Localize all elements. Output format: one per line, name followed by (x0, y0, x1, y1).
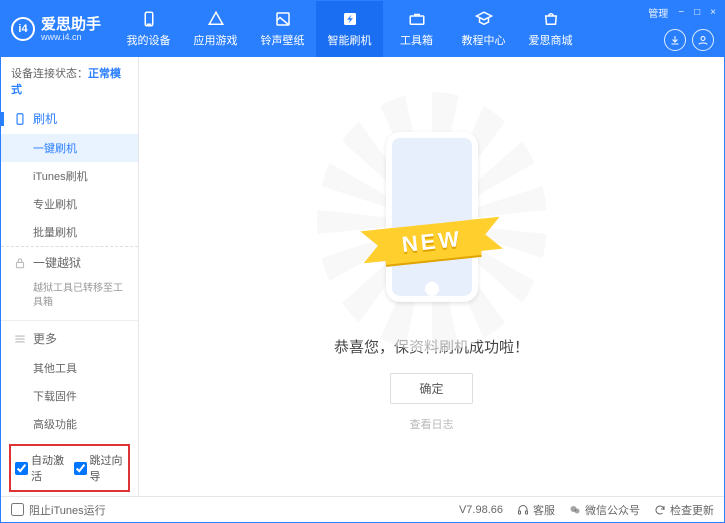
device-icon (140, 10, 158, 28)
block-itunes-checkbox[interactable]: 阻止iTunes运行 (11, 502, 106, 518)
header: i4 爱思助手 www.i4.cn 我的设备 应用游戏 铃声壁纸 智能刷机 (1, 1, 724, 57)
toolbox-icon (408, 10, 426, 28)
maximize-button[interactable]: □ (692, 7, 702, 18)
auto-activate-input[interactable] (15, 462, 28, 475)
flash-icon (341, 10, 359, 28)
conn-label: 设备连接状态： (11, 68, 88, 80)
sidebar-item-batch-flash[interactable]: 批量刷机 (1, 218, 138, 247)
more-icon (13, 332, 27, 346)
nav-label: 我的设备 (127, 32, 171, 48)
nav-label: 教程中心 (462, 32, 506, 48)
wallpaper-icon (274, 10, 292, 28)
nav-label: 智能刷机 (328, 32, 372, 48)
view-log-link[interactable]: 查看日志 (410, 416, 454, 432)
close-button[interactable]: × (708, 7, 718, 18)
user-button[interactable] (692, 29, 714, 51)
window-controls: 管理 − □ × (646, 5, 718, 20)
sidebar-item-pro-flash[interactable]: 专业刷机 (1, 190, 138, 218)
nav-store[interactable]: 爱思商城 (517, 1, 584, 57)
sidebar-item-other-tools[interactable]: 其他工具 (1, 354, 138, 382)
section-title: 刷机 (33, 110, 57, 127)
nav-label: 爱思商城 (529, 32, 573, 48)
version-label: V7.98.66 (459, 504, 503, 516)
download-button[interactable] (664, 29, 686, 51)
customer-service[interactable]: 客服 (517, 502, 555, 518)
app-title: 爱思助手 (41, 17, 101, 32)
tutorial-icon (475, 10, 493, 28)
header-circle-buttons (664, 29, 714, 51)
store-icon (542, 10, 560, 28)
skip-guide-checkbox[interactable]: 跳过向导 (74, 452, 125, 484)
sidebar-section-more[interactable]: 更多 (1, 323, 138, 354)
top-nav: 我的设备 应用游戏 铃声壁纸 智能刷机 工具箱 教程中心 (115, 1, 584, 57)
main-panel: NEW 恭喜您，保资料刷机成功啦！ 确定 查看日志 (139, 57, 724, 496)
section-title: 更多 (33, 330, 57, 347)
user-icon (697, 34, 709, 46)
logo: i4 爱思助手 www.i4.cn (1, 17, 113, 42)
sidebar-item-advanced[interactable]: 高级功能 (1, 410, 138, 438)
sidebar-section-jailbreak[interactable]: 一键越狱 (1, 247, 138, 278)
footer: 阻止iTunes运行 V7.98.66 客服 微信公众号 检查更新 (1, 496, 724, 522)
checkbox-label: 跳过向导 (90, 452, 125, 484)
illustration: NEW (347, 122, 517, 322)
nav-flash[interactable]: 智能刷机 (316, 1, 383, 57)
nav-apps[interactable]: 应用游戏 (182, 1, 249, 57)
app-url: www.i4.cn (41, 32, 101, 42)
nav-label: 应用游戏 (194, 32, 238, 48)
options-box: 自动激活 跳过向导 (9, 444, 130, 492)
section-title: 一键越狱 (33, 254, 81, 271)
phone-shape (386, 131, 478, 301)
minimize-button[interactable]: − (676, 7, 686, 18)
sidebar-section-flash[interactable]: 刷机 (1, 103, 138, 134)
nav-tutorials[interactable]: 教程中心 (450, 1, 517, 57)
sidebar-item-itunes-flash[interactable]: iTunes刷机 (1, 162, 138, 190)
nav-ringtone[interactable]: 铃声壁纸 (249, 1, 316, 57)
nav-label: 工具箱 (400, 32, 433, 48)
menu-button[interactable]: 管理 (646, 5, 670, 20)
nav-my-device[interactable]: 我的设备 (115, 1, 182, 57)
lock-icon (13, 256, 27, 270)
nav-label: 铃声壁纸 (261, 32, 305, 48)
nav-toolbox[interactable]: 工具箱 (383, 1, 450, 57)
checkbox-label: 自动激活 (31, 452, 66, 484)
jailbreak-note: 越狱工具已转移至工具箱 (1, 278, 138, 318)
skip-guide-input[interactable] (74, 462, 87, 475)
sidebar: 设备连接状态：正常模式 刷机 一键刷机 iTunes刷机 专业刷机 批量刷机 一… (1, 57, 139, 496)
logo-icon: i4 (11, 17, 35, 41)
auto-activate-checkbox[interactable]: 自动激活 (15, 452, 66, 484)
checkbox-label: 阻止iTunes运行 (29, 502, 106, 518)
confirm-button[interactable]: 确定 (390, 373, 472, 404)
refresh-icon (654, 504, 666, 516)
headset-icon (517, 504, 529, 516)
block-itunes-input[interactable] (11, 503, 24, 516)
apps-icon (207, 10, 225, 28)
download-icon (669, 34, 681, 46)
wechat-link[interactable]: 微信公众号 (569, 502, 640, 518)
check-update[interactable]: 检查更新 (654, 502, 714, 518)
wechat-icon (569, 504, 581, 516)
connection-status: 设备连接状态：正常模式 (1, 57, 138, 103)
sidebar-item-download-firmware[interactable]: 下载固件 (1, 382, 138, 410)
sidebar-item-oneclick-flash[interactable]: 一键刷机 (1, 134, 138, 162)
phone-icon (13, 112, 27, 126)
